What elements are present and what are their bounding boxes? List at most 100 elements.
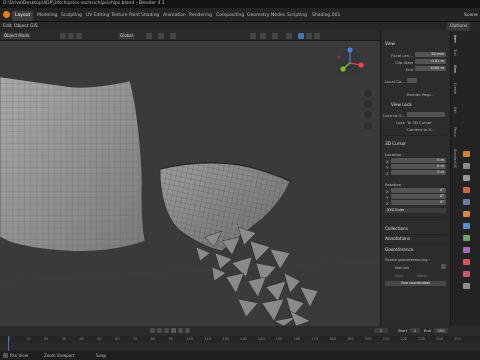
jump-end-icon[interactable]: [185, 328, 190, 333]
to-3d-cursor-checkbox[interactable]: To 3D Cursor: [407, 120, 445, 125]
playhead[interactable]: [8, 336, 9, 352]
timeline-tick-label: 100: [186, 337, 194, 341]
chip-bag-right[interactable]: [159, 162, 291, 252]
menu-edit[interactable]: Edit: [3, 22, 12, 31]
workspace-tabs: Layout Modeling Sculpting UV Editing Tex…: [0, 8, 480, 22]
tab-scripting[interactable]: Scripting: [284, 11, 310, 21]
tab-rendering[interactable]: Rendering: [186, 11, 215, 21]
viewport-scene: [0, 47, 380, 326]
visibility-icon[interactable]: [250, 33, 256, 39]
gizmo-toggle-icon[interactable]: [260, 33, 266, 39]
cursor-loc-x-field[interactable]: 0 m: [391, 158, 446, 163]
material-properties-icon[interactable]: [463, 271, 470, 277]
lock-to-object-field[interactable]: [407, 112, 445, 117]
view-lock-title[interactable]: View Lock: [391, 102, 412, 107]
play-reverse-icon[interactable]: [164, 328, 169, 333]
timeline-tick-label: 10: [25, 337, 31, 341]
clip-end-field[interactable]: 1000 m: [415, 66, 446, 71]
constraint-properties-icon[interactable]: [463, 247, 470, 253]
local-camera-label: Local Ca...: [384, 79, 405, 84]
current-frame-field[interactable]: 1: [374, 328, 388, 333]
tab-layout[interactable]: Layout: [12, 11, 34, 21]
timeline-tick-label: 150: [275, 337, 283, 341]
scene-properties-icon[interactable]: [463, 187, 470, 193]
timeline-tick-label: 40: [79, 337, 84, 341]
chip-bag-left[interactable]: [0, 76, 146, 252]
physics-properties-icon[interactable]: [463, 235, 470, 241]
east-label: East: [395, 273, 404, 278]
timeline-tick-label: 140: [257, 337, 265, 341]
rotation-mode-dropdown[interactable]: XYZ Euler: [385, 208, 446, 213]
3d-viewport[interactable]: [0, 41, 380, 326]
world-properties-icon[interactable]: [463, 199, 470, 205]
snap-icon[interactable]: [158, 33, 164, 39]
transform-orientation-dropdown[interactable]: Global: [118, 33, 135, 39]
tab-animation[interactable]: Animation: [160, 11, 189, 21]
render-properties-icon[interactable]: [463, 163, 470, 169]
blender-logo-icon[interactable]: [3, 11, 10, 18]
solid-shading-icon[interactable]: [298, 33, 304, 39]
navigation-gizmo[interactable]: [337, 47, 364, 76]
georeference-panel-title[interactable]: Georeference: [385, 247, 413, 252]
overlay-toggle-icon[interactable]: [272, 33, 278, 39]
viewport-nav-buttons[interactable]: [364, 89, 372, 130]
tab-shading[interactable]: Shading: [138, 11, 162, 21]
clip-start-field[interactable]: 0.01 m: [415, 59, 446, 64]
tab-sculpting[interactable]: Sculpting: [58, 11, 85, 21]
data-properties-icon[interactable]: [463, 259, 470, 265]
tab-geometry-nodes[interactable]: Geometry Nodes: [244, 11, 288, 21]
play-icon[interactable]: [171, 328, 176, 333]
focal-length-label: Focal Len...: [391, 53, 413, 58]
cursor-rot-x-field[interactable]: 0°: [391, 188, 446, 193]
cursor-loc-y-field[interactable]: 0 m: [391, 164, 446, 169]
menu-object[interactable]: Object: [14, 22, 29, 31]
cursor-rot-y-field[interactable]: 0°: [391, 194, 446, 199]
end-label: End: [424, 328, 432, 333]
tab-shading-001[interactable]: Shading.001: [309, 11, 343, 21]
transform-icon[interactable]: [68, 33, 74, 39]
mode-dropdown[interactable]: Object Mode: [2, 33, 32, 39]
cursor-rotation-label: Rotation :: [385, 182, 404, 187]
end-frame-field[interactable]: 250: [434, 328, 448, 333]
next-keyframe-icon[interactable]: [178, 328, 183, 333]
geo-coordinates-button[interactable]: Geo coordinates: [385, 281, 446, 286]
rendered-shading-icon[interactable]: [314, 33, 320, 39]
material-shading-icon[interactable]: [306, 33, 312, 39]
xray-icon[interactable]: [286, 33, 292, 39]
cursor-loc-z-field[interactable]: 0 m: [391, 170, 446, 175]
tab-modeling[interactable]: Modeling: [34, 11, 60, 21]
object-properties-icon[interactable]: [463, 211, 470, 217]
tab-compositing[interactable]: Compositing: [213, 11, 247, 21]
timeline-tick-label: 220: [400, 337, 408, 341]
annotations-panel[interactable]: Annotations: [385, 236, 410, 241]
status-pan-view: Pan View: [10, 353, 28, 358]
select-tool-icon[interactable]: [60, 33, 66, 39]
scene-selector[interactable]: Scene: [464, 11, 478, 21]
start-frame-field[interactable]: 1: [410, 328, 420, 333]
options-dropdown[interactable]: Options: [447, 22, 471, 31]
chips-pile[interactable]: [195, 226, 319, 326]
pivot-icon[interactable]: [146, 33, 152, 39]
overlay-icon[interactable]: [76, 33, 82, 39]
proportional-edit-icon[interactable]: [170, 33, 176, 39]
focal-length-field[interactable]: 50 mm: [415, 52, 446, 57]
menu-gis[interactable]: GIS: [30, 22, 38, 31]
timeline-tick-label: 130: [239, 337, 247, 341]
cursor-panel-title[interactable]: 3D Cursor: [385, 141, 406, 146]
cursor-rot-z-field[interactable]: 0°: [391, 200, 446, 205]
view-panel-title[interactable]: View: [385, 41, 395, 46]
camera-to-view-checkbox[interactable]: Camera to V...: [407, 127, 445, 132]
jump-start-icon[interactable]: [150, 328, 155, 333]
modifier-properties-icon[interactable]: [463, 223, 470, 229]
georef-settings-icon[interactable]: [441, 264, 446, 269]
prev-keyframe-icon[interactable]: [157, 328, 162, 333]
zoom-icon[interactable]: [365, 51, 371, 57]
texture-properties-icon[interactable]: [463, 283, 470, 289]
status-bar: Pan View Zoom Viewport Snap: [0, 351, 480, 360]
local-camera-toggle[interactable]: [407, 78, 417, 83]
collections-panel[interactable]: Collections: [385, 226, 408, 231]
tool-properties-icon[interactable]: [463, 151, 470, 157]
output-properties-icon[interactable]: [463, 175, 470, 181]
render-region-checkbox[interactable]: Render Regi...: [407, 92, 445, 97]
clip-start-label: Clip Start: [394, 60, 413, 65]
